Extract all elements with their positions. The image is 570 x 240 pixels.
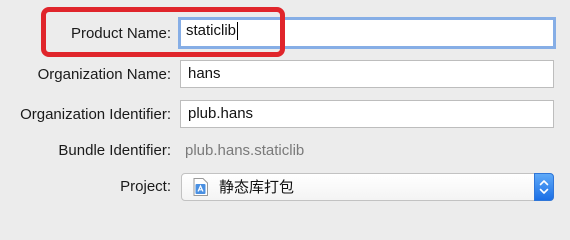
project-label: Project: <box>120 178 171 195</box>
product-name-field[interactable]: staticlib <box>178 17 556 49</box>
organization-identifier-field[interactable]: plub.hans <box>180 100 554 128</box>
chevron-up-down-icon <box>539 180 549 194</box>
bundle-identifier-value: plub.hans.staticlib <box>185 142 305 159</box>
organization-identifier-label: Organization Identifier: <box>20 106 171 123</box>
project-selected-value: 静态库打包 <box>219 178 295 196</box>
organization-identifier-row: Organization Identifier: plub.hans <box>0 100 570 130</box>
organization-identifier-value: plub.hans <box>188 105 254 122</box>
popup-stepper[interactable] <box>534 173 554 201</box>
organization-name-row: Organization Name: hans <box>0 60 570 90</box>
xcode-project-icon <box>193 178 208 196</box>
bundle-identifier-label: Bundle Identifier: <box>58 142 171 159</box>
organization-name-label: Organization Name: <box>37 66 171 83</box>
project-row: Project: 静态库打包 <box>0 172 570 202</box>
product-name-label: Product Name: <box>70 25 171 42</box>
project-popup-button[interactable]: 静态库打包 <box>181 173 554 201</box>
text-caret <box>237 22 239 41</box>
bundle-identifier-row: Bundle Identifier: plub.hans.staticlib <box>0 136 570 166</box>
product-name-value: staticlib <box>186 22 237 39</box>
organization-name-value: hans <box>188 65 221 82</box>
product-name-row: Product Name: staticlib <box>0 17 570 49</box>
organization-name-field[interactable]: hans <box>180 60 554 88</box>
